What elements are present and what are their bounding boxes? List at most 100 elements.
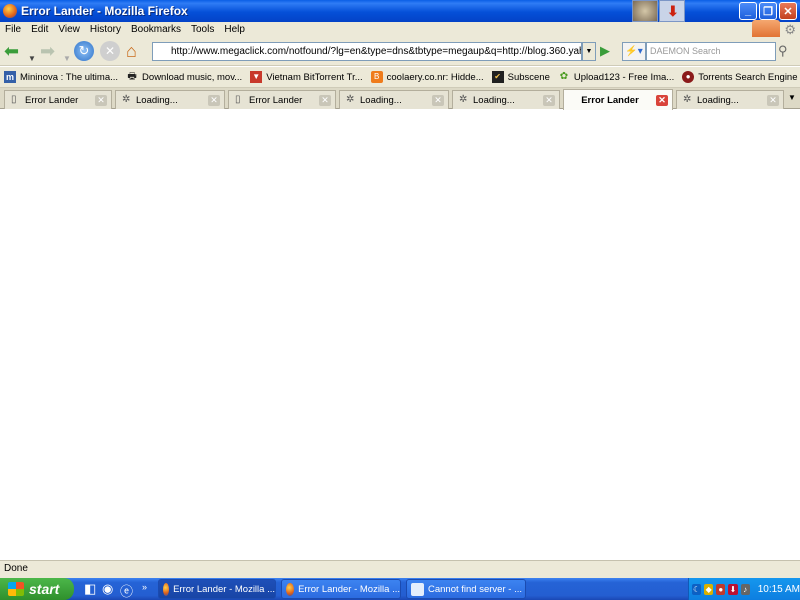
tab-error-lander-2[interactable]: ▯ Error Lander ✕ xyxy=(228,90,336,109)
menu-file[interactable]: File xyxy=(5,24,21,35)
bookmark-label: Upload123 - Free Ima... xyxy=(573,71,675,83)
quicklaunch-expand-icon[interactable]: » xyxy=(142,582,147,592)
bookmarks-toolbar: m Mininova : The ultima... 🖶 Download mu… xyxy=(0,67,800,88)
task-error-lander-1[interactable]: Error Lander - Mozilla ... xyxy=(158,579,276,599)
menu-view[interactable]: View xyxy=(58,24,80,35)
tab-close-icon[interactable]: ✕ xyxy=(319,94,331,106)
back-history-dropdown-icon[interactable]: ▼ xyxy=(28,49,36,69)
page-content[interactable] xyxy=(0,110,800,560)
mininova-icon: m xyxy=(4,71,16,83)
bookmark-vietnam-bittorrent[interactable]: ▼ Vietnam BitTorrent Tr... xyxy=(250,71,363,83)
firefox-icon xyxy=(163,582,170,596)
menu-bookmarks[interactable]: Bookmarks xyxy=(131,24,181,35)
loading-spinner-icon: ✲ xyxy=(346,94,355,105)
menu-edit[interactable]: Edit xyxy=(31,24,48,35)
go-button-icon[interactable]: ▶ xyxy=(600,43,610,59)
window-title: Error Lander - Mozilla Firefox xyxy=(21,4,188,18)
tab-close-icon[interactable]: ✕ xyxy=(543,94,555,106)
system-tray: ☾ ◆ ● ⬇ ♪ 10:15 AM xyxy=(688,578,800,600)
status-text: Done xyxy=(4,563,28,574)
task-label: Error Lander - Mozilla ... xyxy=(173,583,275,595)
bookmark-mininova[interactable]: m Mininova : The ultima... xyxy=(4,71,118,83)
url-input[interactable]: http://www.megaclick.com/notfound/?lg=en… xyxy=(152,42,582,61)
tab-label: Loading... xyxy=(360,94,402,106)
printer-icon: 🖶 xyxy=(127,71,137,82)
download-tray-icon[interactable]: ⬇ xyxy=(728,583,738,595)
subscene-icon: ✔ xyxy=(491,71,504,83)
bookmark-label: Mininova : The ultima... xyxy=(20,71,119,83)
bookmark-torrents-search[interactable]: ● Torrents Search Engine xyxy=(682,71,798,83)
firefox-quicklaunch-icon[interactable]: ◉ xyxy=(102,581,113,597)
reload-icon[interactable]: ↻ xyxy=(74,41,94,61)
tab-label: Error Lander xyxy=(581,94,639,106)
tab-error-lander-active[interactable]: Error Lander ✕ xyxy=(563,89,673,110)
tab-label: Error Lander xyxy=(25,94,79,106)
bookmark-coolaery[interactable]: B coolaery.co.nr: Hidde... xyxy=(370,71,484,83)
tab-loading-2[interactable]: ✲ Loading... ✕ xyxy=(339,90,449,109)
ie-quicklaunch-icon[interactable]: ⓔ xyxy=(120,581,133,600)
clock[interactable]: 10:15 AM xyxy=(758,584,800,595)
windows-taskbar: start ◧ ◉ ⓔ » Error Lander - Mozilla ...… xyxy=(0,578,800,600)
menu-bar: File Edit View History Bookmarks Tools H… xyxy=(0,22,800,37)
tab-label: Loading... xyxy=(697,94,739,106)
tab-loading-4[interactable]: ✲ Loading... ✕ xyxy=(676,90,784,109)
menu-tools[interactable]: Tools xyxy=(191,24,214,35)
navigation-toolbar: ⬅ ▼ ➡ ▼ ↻ ✕ ⌂ http://www.megaclick.com/n… xyxy=(0,37,800,66)
gear-icon[interactable]: ⚙ xyxy=(784,22,796,38)
tab-error-lander-1[interactable]: ▯ Error Lander ✕ xyxy=(4,90,112,109)
title-bar: Error Lander - Mozilla Firefox _ ❐ ✕ xyxy=(0,0,800,22)
start-button[interactable]: start xyxy=(0,578,74,600)
tab-close-icon[interactable]: ✕ xyxy=(767,94,779,106)
search-magnifier-icon[interactable]: ⚲ xyxy=(778,43,788,59)
security-shield-tray-icon[interactable]: ◆ xyxy=(704,583,714,595)
window-controls: _ ❐ ✕ xyxy=(739,2,797,20)
download-extension-icon[interactable] xyxy=(659,0,685,22)
menu-help[interactable]: Help xyxy=(224,24,245,35)
back-arrow-icon[interactable]: ⬅ xyxy=(4,41,19,61)
tab-label: Error Lander xyxy=(249,94,303,106)
bookmark-download-music[interactable]: 🖶 Download music, mov... xyxy=(126,71,242,83)
shield-extension-icon[interactable] xyxy=(632,0,658,22)
minimize-button[interactable]: _ xyxy=(739,2,757,20)
bookmark-label: coolaery.co.nr: Hidde... xyxy=(386,71,484,83)
bookmark-upload123[interactable]: ✿ Upload123 - Free Ima... xyxy=(558,71,675,83)
search-engine-selector-icon[interactable]: ⚡▾ xyxy=(622,42,646,61)
tab-loading-1[interactable]: ✲ Loading... ✕ xyxy=(115,90,225,109)
task-error-lander-2[interactable]: Error Lander - Mozilla ... xyxy=(281,579,401,599)
forward-arrow-icon[interactable]: ➡ xyxy=(40,41,55,61)
tab-loading-3[interactable]: ✲ Loading... ✕ xyxy=(452,90,560,109)
volume-tray-icon[interactable]: ♪ xyxy=(740,583,750,595)
url-history-dropdown-icon[interactable]: ▼ xyxy=(582,42,596,61)
tab-list-dropdown-icon[interactable]: ▼ xyxy=(788,93,796,102)
page-icon: ▯ xyxy=(235,94,241,105)
search-input[interactable]: DAEMON Search xyxy=(646,42,776,61)
torrent-icon: ● xyxy=(682,71,695,83)
bookmark-subscene[interactable]: ✔ Subscene xyxy=(491,71,550,83)
tab-close-icon[interactable]: ✕ xyxy=(432,94,444,106)
title-extension-icons xyxy=(632,0,686,22)
show-desktop-icon[interactable]: ◧ xyxy=(84,581,96,597)
tab-close-icon[interactable]: ✕ xyxy=(656,94,668,106)
maximize-button[interactable]: ❐ xyxy=(759,2,777,20)
tab-bar: ▯ Error Lander ✕ ✲ Loading... ✕ ▯ Error … xyxy=(0,88,800,110)
status-bar: Done xyxy=(0,560,800,578)
bookmark-label: Download music, mov... xyxy=(142,71,243,83)
antivirus-tray-icon[interactable]: ● xyxy=(716,583,726,595)
stop-icon[interactable]: ✕ xyxy=(100,41,120,61)
forward-history-dropdown-icon[interactable]: ▼ xyxy=(63,49,71,69)
start-label: start xyxy=(29,581,60,597)
menu-history[interactable]: History xyxy=(90,24,121,35)
page-icon: ▯ xyxy=(11,94,17,105)
task-label: Cannot find server - ... xyxy=(428,583,522,595)
upload-icon: ✿ xyxy=(559,71,569,82)
tab-close-icon[interactable]: ✕ xyxy=(208,94,220,106)
loading-spinner-icon: ✲ xyxy=(683,94,692,105)
bookmark-label: Torrents Search Engine xyxy=(698,71,798,83)
home-icon[interactable]: ⌂ xyxy=(126,41,137,61)
close-button[interactable]: ✕ xyxy=(779,2,797,20)
task-cannot-find-server[interactable]: Cannot find server - ... xyxy=(406,579,526,599)
tab-close-icon[interactable]: ✕ xyxy=(95,94,107,106)
firefox-icon xyxy=(3,4,17,18)
network-tray-icon[interactable]: ☾ xyxy=(692,583,702,595)
vietnam-icon: ▼ xyxy=(250,71,263,83)
